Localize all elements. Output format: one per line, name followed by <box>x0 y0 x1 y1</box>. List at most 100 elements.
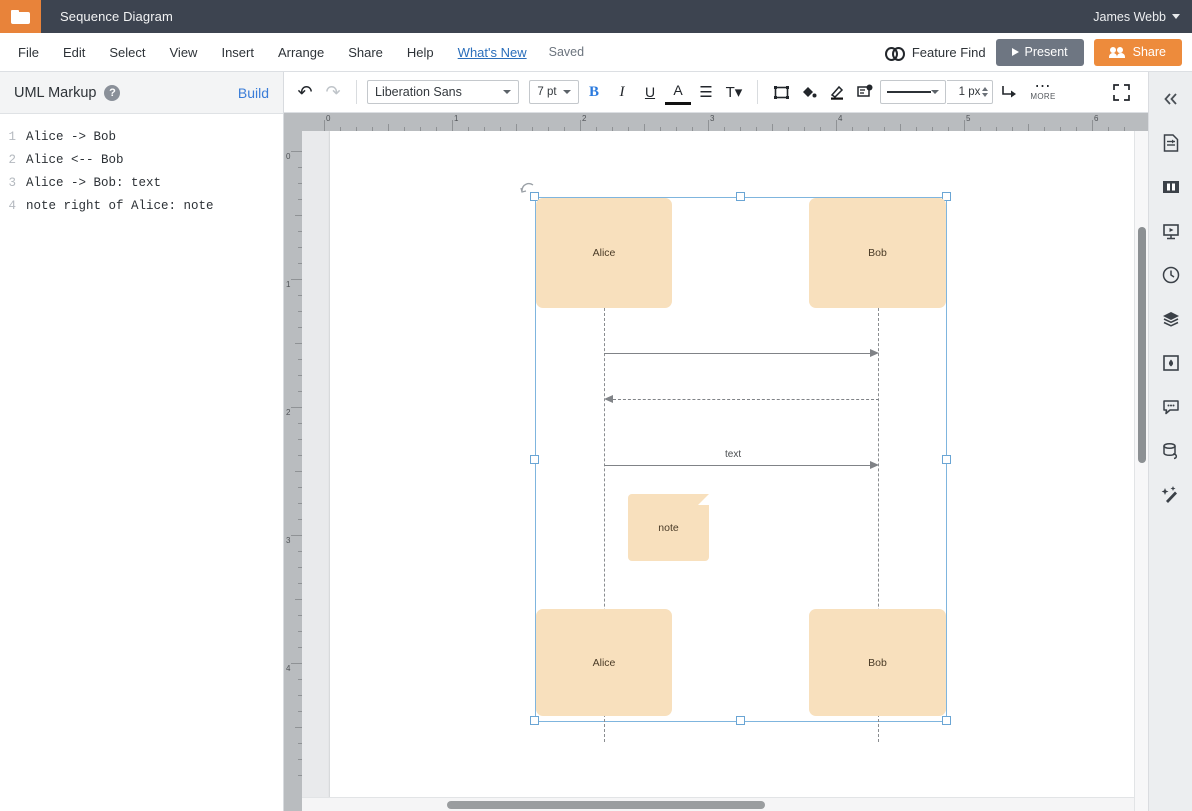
horizontal-scrollbar[interactable] <box>302 797 1134 811</box>
revision-history-icon[interactable] <box>1156 260 1186 290</box>
ruler-h-label: 5 <box>966 114 970 123</box>
doc-props-glyph <box>1161 133 1181 153</box>
font-family-select[interactable]: Liberation Sans <box>367 80 519 104</box>
shape-icon[interactable] <box>768 79 794 105</box>
more-button[interactable]: ⋯ MORE <box>1023 83 1063 101</box>
note-label: note <box>658 522 678 534</box>
ruler-h-label: 6 <box>1094 114 1098 123</box>
ruler-row: 0123456 <box>284 113 1148 131</box>
presentation-icon[interactable] <box>1156 216 1186 246</box>
presentation-glyph <box>1161 221 1181 241</box>
align-icon[interactable]: ☰ <box>693 79 719 105</box>
resize-handle-ml[interactable] <box>530 455 539 464</box>
diagram-page[interactable]: Alice Bob text <box>330 131 1134 811</box>
menu-item-file[interactable]: File <box>0 45 51 60</box>
ruler-tick <box>295 599 302 600</box>
uml-markup-editor[interactable]: 1 Alice -> Bob 2 Alice <-- Bob 3 Alice -… <box>0 114 283 811</box>
share-button[interactable]: Share <box>1094 39 1182 66</box>
fullscreen-icon[interactable] <box>1108 79 1134 105</box>
body: UML Markup ? Build 1 Alice -> Bob 2 Alic… <box>0 72 1192 811</box>
resize-handle-tc[interactable] <box>736 192 745 201</box>
text-color-button[interactable]: A <box>665 79 691 105</box>
italic-button[interactable]: I <box>609 79 635 105</box>
menu-item-help[interactable]: Help <box>395 45 446 60</box>
menu-item-select[interactable]: Select <box>97 45 157 60</box>
line-style-select[interactable] <box>880 80 946 104</box>
code-line[interactable]: 2 Alice <-- Bob <box>0 149 283 172</box>
font-size-select[interactable]: 7 pt <box>529 80 579 104</box>
vertical-scrollbar-thumb[interactable] <box>1138 227 1146 463</box>
document-properties-icon[interactable] <box>1156 128 1186 158</box>
line-width-value: 1 px <box>959 86 981 98</box>
layers-glyph <box>1161 310 1181 328</box>
canvas[interactable]: Alice Bob text <box>302 131 1134 811</box>
layers-icon[interactable] <box>1156 304 1186 334</box>
message-line-1[interactable] <box>604 353 872 354</box>
line-text: Alice <-- Bob <box>26 149 124 172</box>
magic-wand-icon[interactable] <box>1156 480 1186 510</box>
code-line[interactable]: 3 Alice -> Bob: text <box>0 172 283 195</box>
line-width-stepper[interactable]: 1 px <box>947 80 993 104</box>
pen-icon[interactable] <box>824 79 850 105</box>
ruler-tick <box>295 727 302 728</box>
magic-wand-glyph <box>1161 485 1181 505</box>
vertical-scrollbar[interactable] <box>1134 131 1148 811</box>
template-library-icon[interactable] <box>1156 172 1186 202</box>
underline-button[interactable]: U <box>637 79 663 105</box>
resize-handle-bl[interactable] <box>530 716 539 725</box>
font-size-value: 7 pt <box>537 86 556 98</box>
participant-bob-top[interactable]: Bob <box>809 198 946 308</box>
vertical-ruler[interactable]: 01234 <box>284 131 302 811</box>
theme-fill-icon[interactable] <box>1156 348 1186 378</box>
resize-handle-mr[interactable] <box>942 455 951 464</box>
text-options-icon[interactable]: T▾ <box>721 79 747 105</box>
clock-glyph <box>1161 265 1181 285</box>
data-link-icon[interactable] <box>1156 436 1186 466</box>
participant-bob-bottom[interactable]: Bob <box>809 609 946 716</box>
participant-alice-top[interactable]: Alice <box>536 198 672 308</box>
message-line-2[interactable] <box>613 399 879 400</box>
message-line-3[interactable] <box>604 465 872 466</box>
note-shape[interactable]: note <box>628 494 709 561</box>
redo-icon[interactable]: ↷ <box>320 79 346 105</box>
image-edit-glyph <box>857 84 873 100</box>
binoculars-icon <box>885 46 905 58</box>
fill-bucket-icon[interactable] <box>796 79 822 105</box>
message-label-text: text <box>725 449 741 460</box>
ruler-tick <box>772 124 773 131</box>
connector-icon[interactable] <box>995 79 1021 105</box>
menu-item-insert[interactable]: Insert <box>209 45 266 60</box>
folder-icon-button[interactable] <box>0 0 41 33</box>
participant-label: Alice <box>593 247 616 259</box>
menu-item-share[interactable]: Share <box>336 45 395 60</box>
right-sidebar <box>1148 72 1192 811</box>
line-number: 4 <box>0 195 26 218</box>
resize-handle-br[interactable] <box>942 716 951 725</box>
menu-item-arrange[interactable]: Arrange <box>266 45 336 60</box>
uml-markup-header: UML Markup ? Build <box>0 72 283 114</box>
ruler-tick <box>291 407 302 408</box>
bold-button[interactable]: B <box>581 79 607 105</box>
whats-new-link[interactable]: What's New <box>446 45 539 60</box>
horizontal-ruler[interactable]: 0123456 <box>302 113 1134 131</box>
participant-alice-bottom[interactable]: Alice <box>536 609 672 716</box>
font-family-value: Liberation Sans <box>375 85 462 99</box>
build-button[interactable]: Build <box>238 85 269 101</box>
stepper-arrows[interactable] <box>982 87 988 97</box>
horizontal-scrollbar-thumb[interactable] <box>447 801 765 809</box>
feature-find-button[interactable]: Feature Find <box>885 45 986 60</box>
code-line[interactable]: 4 note right of Alice: note <box>0 195 283 218</box>
present-button[interactable]: Present <box>996 39 1084 66</box>
title-bar: Sequence Diagram James Webb <box>0 0 1192 33</box>
question-mark-icon[interactable]: ? <box>104 85 120 101</box>
comments-icon[interactable] <box>1156 392 1186 422</box>
user-menu[interactable]: James Webb <box>1093 10 1180 24</box>
code-line[interactable]: 1 Alice -> Bob <box>0 126 283 149</box>
image-edit-icon[interactable] <box>852 79 878 105</box>
menu-item-view[interactable]: View <box>158 45 210 60</box>
undo-icon[interactable]: ↶ <box>292 79 318 105</box>
collapse-panel-icon[interactable] <box>1156 84 1186 114</box>
resize-handle-bc[interactable] <box>736 716 745 725</box>
menu-item-edit[interactable]: Edit <box>51 45 97 60</box>
line-number: 3 <box>0 172 26 195</box>
